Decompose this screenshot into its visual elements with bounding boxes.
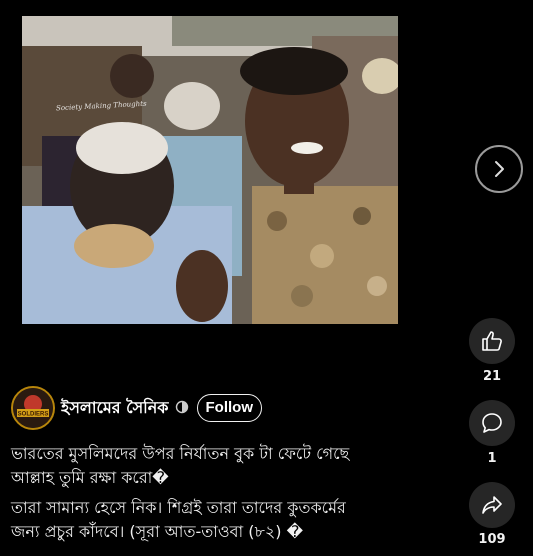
- channel-row: SOLDIERS ইসলামের সৈনিক Follow: [11, 386, 263, 430]
- avatar-text: SOLDIERS: [18, 412, 49, 418]
- description-line-4: জন্য প্রচুর কাঁদবে। (সূরা আত-তাওবা (৮২) …: [11, 522, 304, 541]
- like-button[interactable]: [469, 318, 515, 364]
- channel-status-icon: [175, 399, 189, 418]
- chevron-right-icon: [495, 161, 504, 177]
- thumbs-up-icon: [482, 331, 502, 351]
- description-line-1: ভারতের মুসলিমদের উপর নির্যাতন বুক টা ফেট…: [11, 444, 350, 463]
- soldiers-logo-icon: SOLDIERS: [13, 388, 53, 428]
- share-icon: [482, 496, 502, 514]
- share-button[interactable]: [469, 482, 515, 528]
- comment-icon: [482, 413, 502, 433]
- share-count: 109: [478, 532, 506, 547]
- channel-name[interactable]: ইসলামের সৈনিক: [61, 395, 169, 422]
- description-line-3: তারা সামান্য হেসে নিক। শিগ্রই তারা তাদের…: [11, 498, 346, 517]
- video-player[interactable]: Society Making Thoughts: [22, 16, 398, 324]
- video-frame-image: [22, 16, 398, 324]
- next-video-button[interactable]: [475, 145, 523, 193]
- channel-avatar[interactable]: SOLDIERS: [11, 386, 55, 430]
- comment-button[interactable]: [469, 400, 515, 446]
- follow-button[interactable]: Follow: [196, 394, 263, 422]
- comment-count: 1: [487, 451, 497, 466]
- like-count: 21: [482, 369, 502, 384]
- description-line-2: আল্লাহ তুমি রক্ষা করো�: [11, 468, 169, 487]
